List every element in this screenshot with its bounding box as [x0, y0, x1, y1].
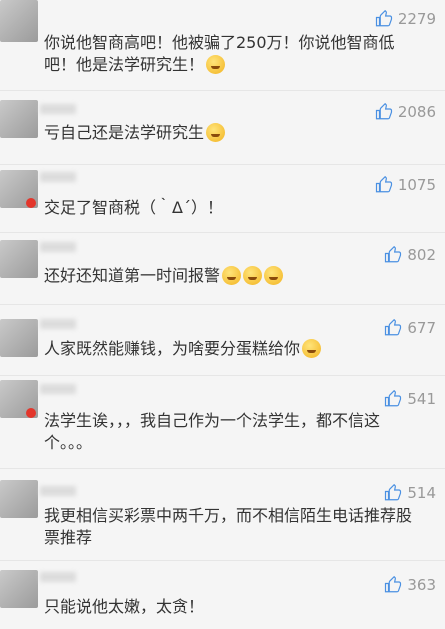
- divider: [0, 90, 445, 91]
- avatar[interactable]: [0, 170, 38, 208]
- username-blurred[interactable]: [40, 319, 76, 329]
- comment-text: 人家既然能赚钱，为啥要分蛋糕给你: [44, 338, 414, 360]
- username-blurred[interactable]: [40, 242, 76, 252]
- comment-text: 交足了智商税（｀Δ´）！: [44, 198, 223, 217]
- avatar[interactable]: [0, 570, 38, 608]
- like-count: 363: [407, 576, 436, 594]
- thumbs-up-icon: [385, 484, 402, 501]
- like-button[interactable]: 1075: [375, 174, 436, 196]
- emoji-laugh-icon: [264, 266, 284, 285]
- comment-text: 我更相信买彩票中两千万，而不相信陌生电话推荐股票推荐: [44, 506, 413, 547]
- username-blurred[interactable]: [40, 486, 76, 496]
- thumbs-up-icon: [385, 319, 402, 336]
- divider: [0, 560, 445, 561]
- divider: [0, 375, 445, 376]
- like-button[interactable]: 2086: [375, 101, 436, 123]
- emoji-laugh-icon: [243, 266, 263, 285]
- thumbs-up-icon: [385, 246, 402, 263]
- divider: [0, 304, 445, 305]
- like-button[interactable]: 541: [384, 388, 436, 410]
- username-blurred[interactable]: [40, 572, 76, 582]
- like-button[interactable]: 677: [384, 317, 436, 339]
- like-button[interactable]: 802: [384, 244, 436, 266]
- comment-text: 还好还知道第一时间报警: [44, 265, 414, 287]
- thumbs-up-icon: [375, 10, 392, 27]
- divider: [0, 232, 445, 233]
- like-button[interactable]: 363: [384, 574, 436, 596]
- thumbs-up-icon: [385, 576, 402, 593]
- username-blurred[interactable]: [40, 172, 76, 182]
- thumbs-up-icon: [375, 176, 392, 193]
- like-count: 514: [407, 484, 436, 502]
- avatar[interactable]: [0, 380, 38, 418]
- comment-text: 只能说他太嫩，太贪！: [44, 597, 205, 616]
- avatar[interactable]: [0, 0, 38, 42]
- avatar[interactable]: [0, 100, 38, 138]
- avatar[interactable]: [0, 480, 38, 518]
- like-count: 677: [407, 319, 436, 337]
- divider: [0, 468, 445, 469]
- verified-badge-icon: [26, 408, 36, 418]
- emoji-laugh-cry-icon: [206, 123, 226, 142]
- like-count: 802: [407, 246, 436, 264]
- like-count: 2279: [397, 10, 436, 28]
- emoji-smile-icon: [302, 339, 322, 358]
- thumbs-up-icon: [375, 103, 392, 120]
- emoji-laugh-icon: [222, 266, 242, 285]
- username-blurred[interactable]: [40, 104, 76, 114]
- username-blurred[interactable]: [40, 384, 76, 394]
- comment-text: 法学生诶，，，我自己作为一个法学生，都不信这个。。。: [44, 411, 381, 452]
- divider: [0, 164, 445, 165]
- avatar[interactable]: [0, 319, 38, 357]
- thumbs-up-icon: [385, 390, 402, 407]
- comment-text: 亏自己还是法学研究生: [44, 122, 414, 144]
- emoji-face-icon: [206, 55, 226, 74]
- verified-badge-icon: [26, 198, 36, 208]
- like-count: 1075: [397, 176, 436, 194]
- like-button[interactable]: 2279: [375, 8, 436, 30]
- like-count: 541: [407, 390, 436, 408]
- comment-text: 你说他智商高吧！他被骗了250万！你说他智商低吧！他是法学研究生！: [44, 33, 395, 74]
- like-count: 2086: [397, 103, 436, 121]
- like-button[interactable]: 514: [384, 482, 436, 504]
- avatar[interactable]: [0, 240, 38, 278]
